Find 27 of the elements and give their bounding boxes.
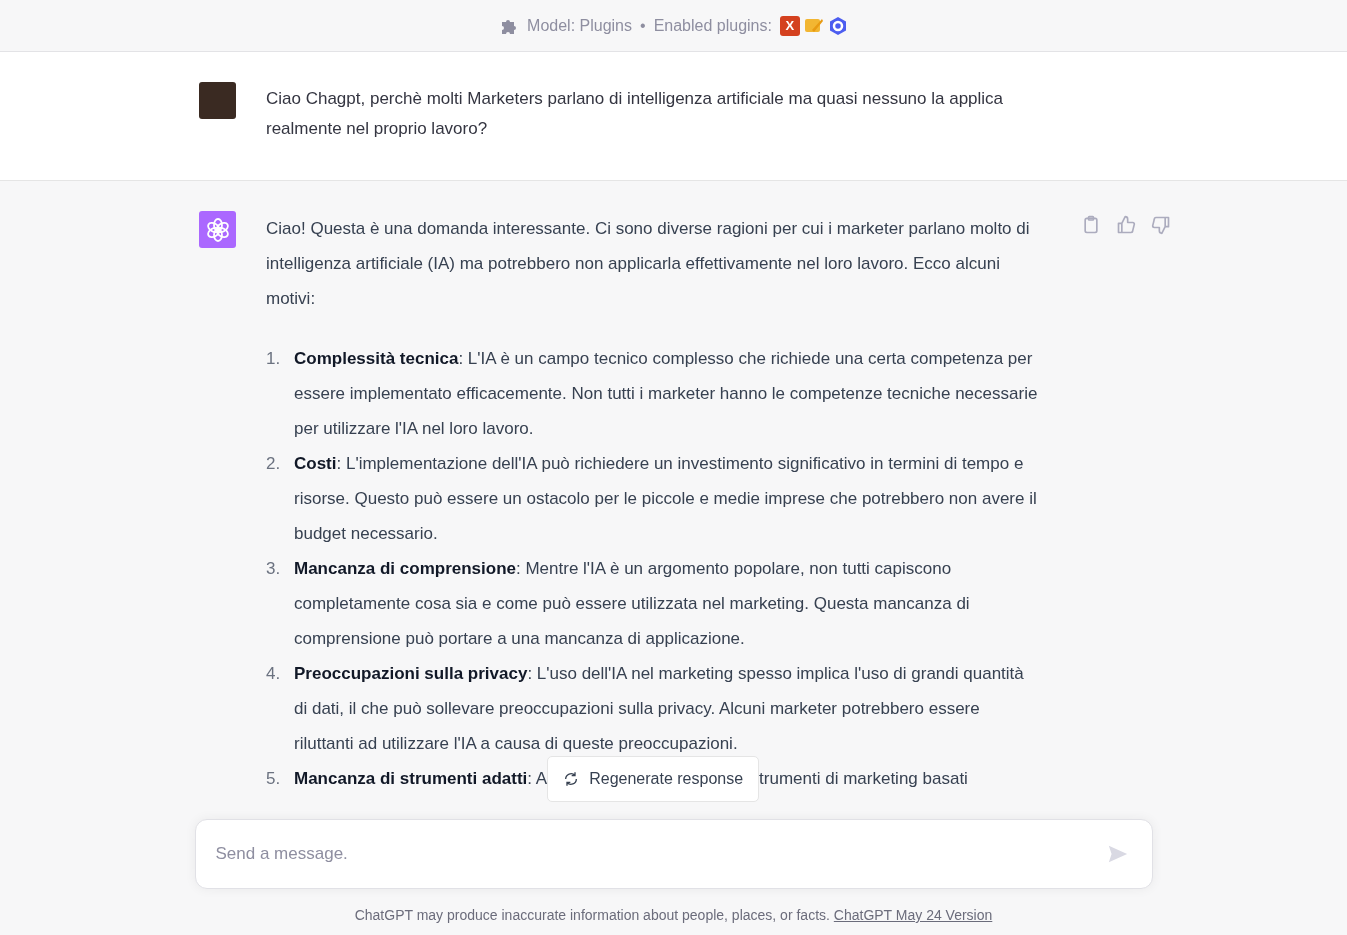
version-link[interactable]: ChatGPT May 24 Version (833, 907, 993, 923)
list-number: 2. (266, 453, 282, 475)
plugins-label: Enabled plugins: (653, 16, 772, 35)
assistant-message: Ciao! Questa è una domanda interessante. Ci sono diverse ragioni per cui i marketer parlano molto di intelligenza artificiale (IA) ma potrebbero non applicarla effettivamente nel loro lavoro. Ecco alcuni motivi: (266, 218, 1031, 310)
user-message: Ciao Chagpt, perchè molti Marketers parlano di intelligenza artificiale ma quasi nessuno la applica realmente nel proprio lavoro? (266, 88, 1005, 140)
disclaimer-text: ChatGPT may produce inaccurate information about people, places, or facts. ChatGPT May 24 Version (354, 907, 993, 923)
send-icon[interactable] (1106, 843, 1129, 865)
model-label: Model: Plugins (527, 16, 632, 35)
list-item-text: trumenti di marketing basati (759, 768, 968, 790)
copy-icon[interactable] (1081, 215, 1101, 235)
regenerate-button[interactable]: Regenerate response (547, 755, 760, 802)
list-number: 3. (266, 558, 282, 580)
separator-dot: • (640, 16, 646, 35)
list-item-text: Mancanza di strumenti adatti: A (294, 768, 548, 790)
list-item-text: Complessità tecnica: L'IA è un campo tecnico complesso che richiede una certa competenza per essere implementato efficacemente. Non tutti i marketer hanno le competenze tecniche necessarie per utilizzare l'IA nel loro lavoro. (294, 348, 1039, 440)
list-number: 1. (266, 348, 282, 370)
message-input[interactable]: Send a message. (194, 819, 1153, 889)
thumbs-down-icon[interactable] (1151, 215, 1171, 235)
plugin-badge: X (779, 15, 800, 36)
photo-placeholder (199, 82, 236, 119)
thumbs-up-icon[interactable] (1116, 215, 1136, 235)
list-item-text: Mancanza di comprensione: Mentre l'IA è un argomento popolare, non tutti capiscono completamente cosa sia e come può essere utilizzata nel marketing. Questa mancanza di comprensione può portare a una mancanza di applicazione. (294, 558, 971, 650)
list-item-text: Costi: L'implementazione dell'IA può richiedere un investimento significativo in termini di tempo e risorse. Questo può essere un ostacolo per le piccole e medie imprese che potrebbero non avere il budget necessario. (294, 453, 1038, 545)
refresh-icon (563, 770, 580, 787)
list-number: 5. (266, 768, 282, 790)
list-item-text: Preoccupazioni sulla privacy: L'uso dell'IA nel marketing spesso implica l'uso di grandi quantità di dati, il che può sollevare preoccupazioni sulla privacy. Alcuni marketer potrebbero essere riluttanti ad utilizzare l'IA a causa di queste preoccupazioni. (294, 663, 1025, 755)
list-number: 4. (266, 663, 282, 685)
